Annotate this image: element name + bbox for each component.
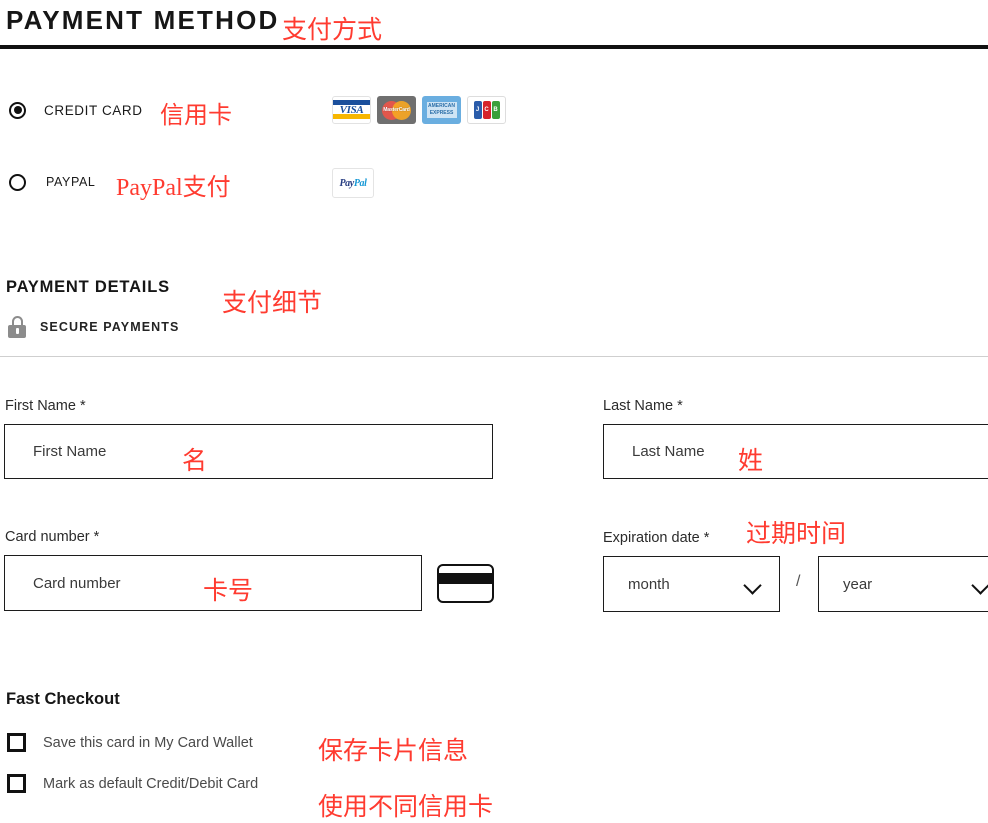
page-title: PAYMENT METHOD <box>6 5 280 35</box>
payment-option-credit-card[interactable]: CREDIT CARD <box>0 93 143 127</box>
expiration-month-select[interactable]: month <box>603 556 780 612</box>
checkbox-save-card[interactable] <box>7 733 26 752</box>
first-name-input[interactable]: First Name <box>4 424 493 479</box>
amex-logo-line2: EXPRESS <box>429 110 454 116</box>
visa-logo-text: VISA <box>339 104 364 116</box>
first-name-placeholder: First Name <box>33 443 107 460</box>
last-name-required: * <box>677 398 683 414</box>
expiration-date-required: * <box>703 530 710 546</box>
jcb-logo-letter-j: J <box>473 101 482 119</box>
paypal-logo-part-b: Pal <box>353 177 367 189</box>
first-name-required: * <box>79 398 86 414</box>
paypal-logo: PayPal <box>332 168 374 198</box>
jcb-logo-letter-b: B <box>491 101 500 119</box>
amex-logo-line1: AMERICAN <box>428 103 455 109</box>
card-number-placeholder: Card number <box>33 574 121 592</box>
checkbox-label-save-card: Save this card in My Card Wallet <box>43 734 253 751</box>
expiration-year-select[interactable]: year <box>818 556 988 612</box>
paypal-logo-part-a: Pay <box>339 177 354 189</box>
radio-paypal[interactable] <box>9 173 26 191</box>
jcb-logo-letter-c: C <box>482 101 491 119</box>
checkbox-default-card[interactable] <box>7 774 26 793</box>
paypal-annotation: PayPal支付 <box>116 175 231 201</box>
credit-card-annotation: 信用卡 <box>160 101 232 129</box>
last-name-label: Last Name * <box>603 398 683 414</box>
payment-details-annotation: 支付细节 <box>222 288 323 317</box>
lock-icon <box>8 316 26 338</box>
card-brand-logos: VISA MasterCard AMERICAN EXPRESS J C B <box>332 96 506 124</box>
default-card-annotation: 使用不同信用卡 <box>318 792 494 821</box>
section-divider <box>0 356 988 357</box>
card-number-input[interactable]: Card number <box>4 555 422 611</box>
jcb-logo: J C B <box>467 96 506 124</box>
save-card-annotation: 保存卡片信息 <box>318 736 469 765</box>
last-name-input[interactable]: Last Name <box>603 424 988 479</box>
card-number-label: Card number * <box>5 529 100 545</box>
payment-details-heading: PAYMENT DETAILS <box>6 278 170 296</box>
checkbox-label-default-card: Mark as default Credit/Debit Card <box>43 775 259 792</box>
secure-payments-row: SECURE PAYMENTS <box>8 316 179 338</box>
chevron-down-icon <box>744 576 761 593</box>
expiration-date-label: Expiration date * <box>603 530 710 546</box>
visa-logo: VISA <box>332 96 371 124</box>
mastercard-logo-text: MasterCard <box>383 107 410 113</box>
credit-card-icon <box>437 564 494 603</box>
expiration-date-annotation: 过期时间 <box>746 519 847 548</box>
radio-credit-card[interactable] <box>9 101 26 119</box>
payment-option-label-paypal: PAYPAL <box>46 175 96 189</box>
expiration-month-value: month <box>628 575 670 593</box>
fast-checkout-option-save-card[interactable]: Save this card in My Card Wallet <box>0 733 253 752</box>
header-divider <box>0 45 988 49</box>
fast-checkout-heading: Fast Checkout <box>6 690 120 708</box>
payment-option-paypal[interactable]: PAYPAL <box>0 165 95 199</box>
payment-option-label-credit-card: CREDIT CARD <box>44 102 143 118</box>
secure-payments-label: SECURE PAYMENTS <box>40 320 180 334</box>
page-title-annotation: 支付方式 <box>282 15 383 44</box>
last-name-placeholder: Last Name <box>632 443 705 460</box>
chevron-down-icon <box>972 576 988 593</box>
amex-logo: AMERICAN EXPRESS <box>422 96 461 124</box>
first-name-label: First Name * <box>5 398 86 414</box>
expiration-year-value: year <box>843 575 873 593</box>
card-number-required: * <box>93 529 100 545</box>
fast-checkout-option-default-card[interactable]: Mark as default Credit/Debit Card <box>0 774 258 793</box>
expiration-separator: / <box>796 573 801 590</box>
mastercard-logo: MasterCard <box>377 96 416 124</box>
